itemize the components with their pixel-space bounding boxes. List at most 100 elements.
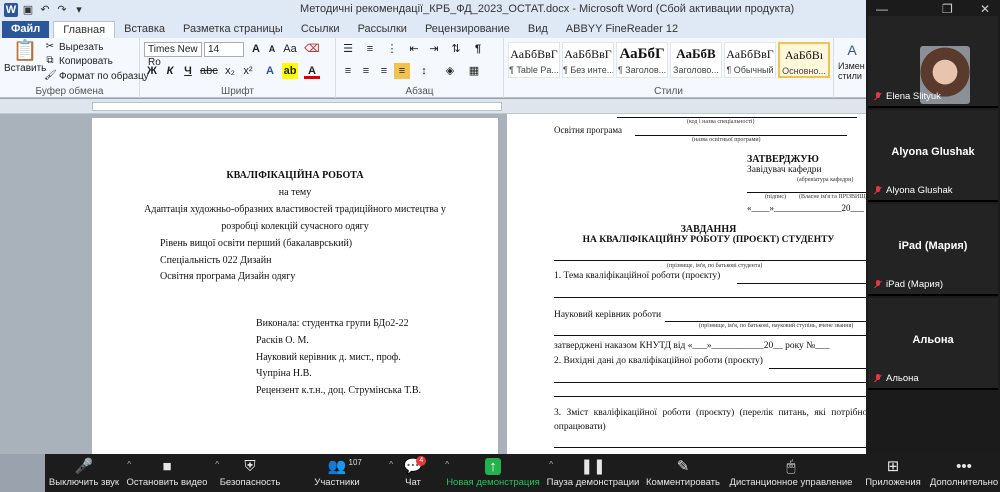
strikethrough-button[interactable]: abc <box>200 63 218 79</box>
grow-font-icon[interactable]: A <box>248 41 264 57</box>
paragraph-group: ☰ ≡ ⋮ ⇤ ⇥ ⇅ ¶ ≡ ≡ ≡ ≡ ↕ ◈ ▦ Абзац <box>336 38 504 98</box>
change-case-icon[interactable]: Aa <box>282 41 298 57</box>
item2-underline-2 <box>554 382 887 383</box>
share-screen-icon: ↑ <box>441 458 545 476</box>
style-normal[interactable]: АаБбВвГ ¶ Обычный <box>724 42 776 78</box>
restore-icon[interactable]: ❐ <box>942 2 953 16</box>
item2-text: 2. Вихідні дані до кваліфікаційної робот… <box>554 356 763 366</box>
tab-abbyy[interactable]: ABBYY FineReader 12 <box>557 21 687 38</box>
tab-view[interactable]: Вид <box>519 21 557 38</box>
participants-button[interactable]: 👥 107 Участники ^ <box>289 458 393 488</box>
copy-button[interactable]: ⧉ Копировать <box>44 55 112 67</box>
participant-tile[interactable]: iPad (Мария) iPad (Мария) <box>868 204 998 296</box>
participant-tile[interactable]: Альона Альона <box>868 298 998 390</box>
text-effects-icon[interactable]: A <box>262 63 278 79</box>
save-icon[interactable]: ▣ <box>21 3 35 17</box>
annotate-button[interactable]: ✎ Комментировать <box>641 458 725 488</box>
underline-button[interactable]: Ч <box>180 63 196 79</box>
participant-name: Alyona Glushak <box>874 185 953 196</box>
page1-heading: КВАЛІФІКАЦІЙНА РОБОТА <box>226 170 364 181</box>
microphone-icon: 🎤 <box>74 458 94 475</box>
participant-tile[interactable]: Elena Slityuk <box>868 16 998 108</box>
page1-program: Освітня програма Дизайн одягу <box>160 271 296 282</box>
shrink-font-icon[interactable]: A <box>264 41 280 57</box>
tab-mailings[interactable]: Рассылки <box>349 21 416 38</box>
tab-page-layout[interactable]: Разметка страницы <box>174 21 292 38</box>
superscript-button[interactable]: x² <box>240 63 256 79</box>
justify-icon[interactable]: ≡ <box>394 63 410 79</box>
page-2[interactable]: (код і назва спеціальності) Освітня прог… <box>507 114 910 454</box>
line-spacing-icon[interactable]: ↕ <box>416 63 432 79</box>
font-group: Times New Ro 14 A A Aa ⌫ Ж К Ч abc x₂ x²… <box>140 38 336 98</box>
pause-icon: ❚❚ <box>580 458 606 475</box>
numbering-icon[interactable]: ≡ <box>362 41 378 57</box>
apps-icon: ⊞ <box>886 458 900 475</box>
format-painter-button[interactable]: 🖌 Формат по образцу <box>44 70 149 82</box>
font-color-icon[interactable]: A <box>304 63 320 79</box>
tab-file[interactable]: Файл <box>2 21 50 38</box>
stop-video-button[interactable]: ■ Остановить видео ^ <box>123 458 219 488</box>
pause-share-button[interactable]: ❚❚ Пауза демонстрации <box>545 458 641 488</box>
security-button[interactable]: ⛨ Безопасность <box>211 458 289 488</box>
quick-access-toolbar: W ▣ ↶ ↷ ▾ <box>0 3 86 17</box>
document-area[interactable]: КВАЛІФІКАЦІЙНА РОБОТА на тему Адаптація … <box>0 114 910 454</box>
tab-references[interactable]: Ссылки <box>292 21 349 38</box>
show-marks-icon[interactable]: ¶ <box>470 41 486 57</box>
participant-name: iPad (Мария) <box>874 279 943 290</box>
page2-supervisor: Науковий керівник роботи <box>554 310 662 320</box>
close-icon[interactable]: ✕ <box>980 2 990 16</box>
apps-button[interactable]: ⊞ Приложения <box>857 458 929 488</box>
hint-abbr: (абревіатура кафедри) <box>797 177 854 183</box>
font-name-select[interactable]: Times New Ro <box>144 42 202 68</box>
style-body-text[interactable]: АаБбВı Основно... <box>778 42 830 78</box>
italic-button[interactable]: К <box>162 63 178 79</box>
head-of-department: Завідувач кафедри <box>747 165 822 175</box>
page-1[interactable]: КВАЛІФІКАЦІЙНА РОБОТА на тему Адаптація … <box>92 118 498 454</box>
paste-button[interactable]: 📋 Вставить <box>4 40 46 74</box>
shading-icon[interactable]: ◈ <box>442 63 458 79</box>
multilevel-list-icon[interactable]: ⋮ <box>384 41 400 57</box>
customize-qat-icon[interactable]: ▾ <box>72 3 86 17</box>
style-no-spacing[interactable]: АаБбВвГ ¶ Без инте... <box>562 42 614 78</box>
bullets-icon[interactable]: ☰ <box>340 41 356 57</box>
participants-count: 107 <box>348 458 362 467</box>
highlight-icon[interactable]: ab <box>282 63 298 79</box>
align-right-icon[interactable]: ≡ <box>376 63 392 79</box>
tab-review[interactable]: Рецензирование <box>416 21 519 38</box>
style-heading-2[interactable]: АаБбВ Заголово... <box>670 42 722 78</box>
participant-tile[interactable]: Alyona Glushak Alyona Glushak <box>868 110 998 202</box>
cut-button[interactable]: ✂ Вырезать <box>44 41 104 53</box>
chat-button[interactable]: 💬 4 Чат ^ <box>385 456 449 488</box>
ribbon: 📋 Вставить ✂ Вырезать ⧉ Копировать 🖌 Формат… <box>0 38 866 98</box>
item3-line1: 3. Зміст кваліфікаційної роботи (проєкту… <box>554 408 868 418</box>
decrease-indent-icon[interactable]: ⇤ <box>406 41 422 57</box>
horizontal-ruler[interactable] <box>0 99 866 114</box>
hint-sign: (підпис) <box>765 194 787 200</box>
remote-control-button[interactable]: 🖱 Дистанционное управление <box>725 458 857 488</box>
subscript-button[interactable]: x₂ <box>222 63 238 79</box>
borders-icon[interactable]: ▦ <box>466 63 482 79</box>
sort-icon[interactable]: ⇅ <box>448 41 464 57</box>
more-button[interactable]: ••• Дополнительно <box>929 458 999 488</box>
change-styles-button[interactable]: A Измен стили <box>838 42 866 81</box>
chat-icon: 💬 <box>403 458 423 475</box>
mute-button[interactable]: 🎤 Выключить звук ^ <box>45 458 131 488</box>
align-center-icon[interactable]: ≡ <box>358 63 374 79</box>
clear-format-icon[interactable]: ⌫ <box>304 41 320 57</box>
font-size-select[interactable]: 14 <box>204 42 244 57</box>
minimize-icon[interactable]: — <box>876 2 888 16</box>
style-heading-1[interactable]: АаБбГ ¶ Заголов... <box>616 42 668 78</box>
style-table-paragraph[interactable]: АаБбВвГ ¶ Table Pa... <box>508 42 560 78</box>
new-share-button[interactable]: ↑ Новая демонстрация ^ <box>441 458 553 488</box>
bold-button[interactable]: Ж <box>144 63 160 79</box>
meeting-toolbar: 🎤 Выключить звук ^ ■ Остановить видео ^ ⛨ Без… <box>45 454 1000 492</box>
undo-icon[interactable]: ↶ <box>38 3 52 17</box>
tab-insert[interactable]: Вставка <box>115 21 174 38</box>
redo-icon[interactable]: ↷ <box>55 3 69 17</box>
page1-specialty: Спеціальність 022 Дизайн <box>160 255 272 266</box>
page1-student: Расків О. М. <box>256 335 309 346</box>
align-left-icon[interactable]: ≡ <box>340 63 356 79</box>
increase-indent-icon[interactable]: ⇥ <box>426 41 442 57</box>
tab-home[interactable]: Главная <box>53 21 116 38</box>
item3-underline <box>554 447 887 448</box>
